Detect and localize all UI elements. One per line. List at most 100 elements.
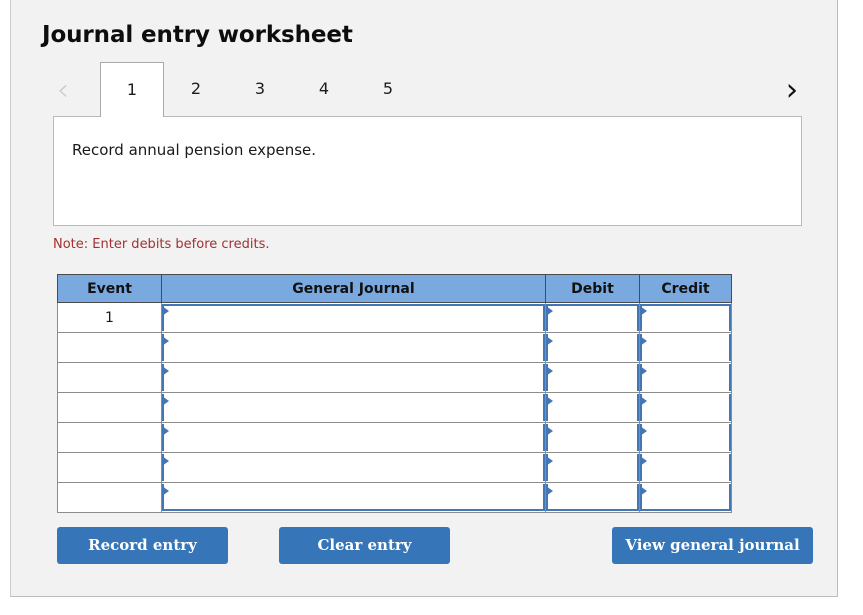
chevron-right-icon[interactable]: ›: [777, 70, 807, 110]
debit-cell: [545, 302, 640, 333]
credit-cell: [639, 332, 732, 363]
dropdown-triangle-icon[interactable]: [640, 366, 647, 376]
dropdown-triangle-icon[interactable]: [162, 456, 169, 466]
credit-input[interactable]: [640, 484, 731, 511]
tab-3[interactable]: 3: [228, 62, 292, 115]
dropdown-triangle-icon[interactable]: [640, 306, 647, 316]
debits-before-credits-note: Note: Enter debits before credits.: [53, 237, 270, 252]
debit-cell: [545, 362, 640, 393]
debit-input[interactable]: [546, 484, 639, 511]
tab-label: 5: [382, 79, 394, 98]
dropdown-triangle-icon[interactable]: [640, 336, 647, 346]
debit-input[interactable]: [546, 424, 639, 451]
debit-input[interactable]: [546, 334, 639, 361]
credit-input[interactable]: [640, 424, 731, 451]
table-row: [57, 452, 732, 483]
dropdown-triangle-icon[interactable]: [546, 426, 553, 436]
credit-cell: [639, 452, 732, 483]
general-journal-input[interactable]: [162, 334, 545, 361]
general-journal-input[interactable]: [162, 424, 545, 451]
chevron-left-icon[interactable]: ‹: [48, 70, 78, 110]
debit-cell: [545, 392, 640, 423]
dropdown-triangle-icon[interactable]: [640, 486, 647, 496]
tab-5[interactable]: 5: [356, 62, 420, 115]
debit-cell: [545, 332, 640, 363]
table-row: [57, 422, 732, 453]
general-journal-cell: [161, 452, 546, 483]
general-journal-input[interactable]: [162, 364, 545, 391]
table-row: [57, 362, 732, 393]
dropdown-triangle-icon[interactable]: [162, 486, 169, 496]
dropdown-triangle-icon[interactable]: [640, 426, 647, 436]
debit-input[interactable]: [546, 304, 639, 331]
table-row: [57, 392, 732, 423]
debit-input[interactable]: [546, 364, 639, 391]
dropdown-triangle-icon[interactable]: [162, 426, 169, 436]
journal-entry-table: Event General Journal Debit Credit 1: [57, 274, 732, 513]
column-header-credit: Credit: [639, 274, 732, 303]
credit-cell: [639, 362, 732, 393]
dropdown-triangle-icon[interactable]: [162, 336, 169, 346]
credit-input[interactable]: [640, 304, 731, 331]
credit-input[interactable]: [640, 394, 731, 421]
column-header-event: Event: [57, 274, 162, 303]
credit-input[interactable]: [640, 454, 731, 481]
event-cell: [57, 482, 162, 513]
event-cell: 1: [57, 302, 162, 333]
credit-input[interactable]: [640, 334, 731, 361]
transaction-description-panel: Record annual pension expense.: [53, 116, 802, 226]
debit-cell: [545, 422, 640, 453]
record-entry-button[interactable]: Record entry: [57, 527, 228, 564]
column-header-general-journal: General Journal: [161, 274, 546, 303]
event-cell: [57, 392, 162, 423]
transaction-description-text: Record annual pension expense.: [72, 141, 317, 159]
table-row: [57, 332, 732, 363]
dropdown-triangle-icon[interactable]: [546, 366, 553, 376]
dropdown-triangle-icon[interactable]: [546, 306, 553, 316]
dropdown-triangle-icon[interactable]: [546, 396, 553, 406]
general-journal-input[interactable]: [162, 304, 545, 331]
dropdown-triangle-icon[interactable]: [162, 366, 169, 376]
general-journal-cell: [161, 422, 546, 453]
dropdown-triangle-icon[interactable]: [546, 336, 553, 346]
debit-input[interactable]: [546, 394, 639, 421]
general-journal-input[interactable]: [162, 394, 545, 421]
dropdown-triangle-icon[interactable]: [546, 456, 553, 466]
dropdown-triangle-icon[interactable]: [640, 456, 647, 466]
dropdown-triangle-icon[interactable]: [640, 396, 647, 406]
event-cell: [57, 332, 162, 363]
dropdown-triangle-icon[interactable]: [162, 396, 169, 406]
event-cell: [57, 452, 162, 483]
journal-entry-worksheet-panel: Journal entry worksheet ‹ 1 2 3 4 5 › Record…: [10, 0, 838, 597]
tab-2[interactable]: 2: [164, 62, 228, 115]
general-journal-input[interactable]: [162, 484, 545, 511]
clear-entry-button[interactable]: Clear entry: [279, 527, 450, 564]
credit-cell: [639, 422, 732, 453]
tab-1[interactable]: 1: [100, 62, 164, 117]
debit-input[interactable]: [546, 454, 639, 481]
table-row: [57, 482, 732, 513]
credit-cell: [639, 302, 732, 333]
tab-label: 3: [254, 79, 266, 98]
general-journal-cell: [161, 332, 546, 363]
general-journal-cell: [161, 482, 546, 513]
view-general-journal-button[interactable]: View general journal: [612, 527, 813, 564]
page-title: Journal entry worksheet: [42, 22, 353, 48]
general-journal-cell: [161, 302, 546, 333]
tab-label: 4: [318, 79, 330, 98]
dropdown-triangle-icon[interactable]: [546, 486, 553, 496]
tab-4[interactable]: 4: [292, 62, 356, 115]
table-header-row: Event General Journal Debit Credit: [57, 274, 732, 303]
debit-cell: [545, 452, 640, 483]
credit-cell: [639, 482, 732, 513]
credit-input[interactable]: [640, 364, 731, 391]
credit-cell: [639, 392, 732, 423]
tab-strip: ‹ 1 2 3 4 5 ›: [42, 62, 810, 117]
tab-label: 1: [126, 80, 138, 99]
table-row: 1: [57, 302, 732, 333]
event-cell: [57, 422, 162, 453]
dropdown-triangle-icon[interactable]: [162, 306, 169, 316]
tab-list: 1 2 3 4 5: [100, 62, 420, 117]
general-journal-cell: [161, 392, 546, 423]
general-journal-input[interactable]: [162, 454, 545, 481]
